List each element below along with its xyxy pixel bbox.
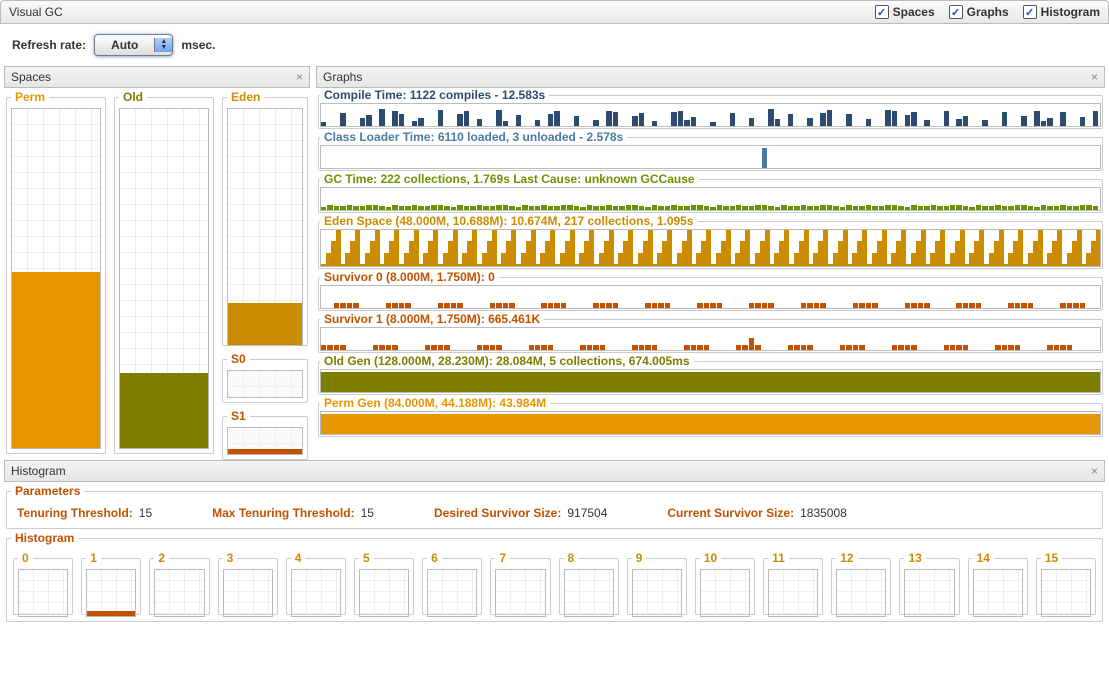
- parameters-fieldset: Parameters Tenuring Threshold:15 Max Ten…: [6, 484, 1103, 529]
- check-icon: ✓: [949, 5, 963, 19]
- current-survivor-size: Current Survivor Size:1835008: [667, 506, 846, 520]
- check-icon: ✓: [1023, 5, 1037, 19]
- app-title: Visual GC: [9, 5, 63, 19]
- desired-survivor-size: Desired Survivor Size:917504: [434, 506, 607, 520]
- hist-bin-13: 13: [897, 549, 961, 617]
- max-tenuring-threshold: Max Tenuring Threshold:15: [212, 506, 374, 520]
- hist-bin-14: 14: [966, 549, 1030, 617]
- refresh-select[interactable]: Auto ▲▼: [94, 34, 173, 56]
- close-icon[interactable]: ×: [1091, 70, 1098, 84]
- title-bar: Visual GC ✓Spaces ✓Graphs ✓Histogram: [0, 0, 1109, 24]
- refresh-unit: msec.: [181, 38, 215, 52]
- toggle-graphs[interactable]: ✓Graphs: [949, 5, 1009, 19]
- perm-graph: Perm Gen (84.000M, 44.188M): 43.984M: [318, 396, 1103, 437]
- histogram-panel: Histogram × Parameters Tenuring Threshol…: [4, 460, 1105, 622]
- s1-space: S1: [222, 409, 308, 460]
- eden-space: Eden: [222, 90, 308, 346]
- old-graph: Old Gen (128.000M, 28.230M): 28.084M, 5 …: [318, 354, 1103, 395]
- hist-bin-3: 3: [216, 549, 280, 617]
- refresh-label: Refresh rate:: [12, 38, 86, 52]
- hist-bin-0: 0: [11, 549, 75, 617]
- hist-bin-15: 15: [1034, 549, 1098, 617]
- hist-bin-2: 2: [147, 549, 211, 617]
- toggle-histogram[interactable]: ✓Histogram: [1023, 5, 1100, 19]
- chevron-updown-icon: ▲▼: [154, 38, 172, 52]
- close-icon[interactable]: ×: [296, 70, 303, 84]
- hist-bin-9: 9: [625, 549, 689, 617]
- classloader-graph: Class Loader Time: 6110 loaded, 3 unload…: [318, 130, 1103, 171]
- graphs-header: Graphs ×: [316, 66, 1105, 88]
- eden-graph: Eden Space (48.000M, 10.688M): 10.674M, …: [318, 214, 1103, 269]
- graphs-panel: Graphs × Compile Time: 1122 compiles - 1…: [316, 66, 1105, 456]
- spaces-panel: Spaces × Perm Old Eden S0: [4, 66, 310, 456]
- toolbar: Refresh rate: Auto ▲▼ msec.: [0, 24, 1109, 66]
- histogram-header: Histogram ×: [4, 460, 1105, 482]
- hist-bin-7: 7: [488, 549, 552, 617]
- hist-bin-5: 5: [352, 549, 416, 617]
- toggle-spaces[interactable]: ✓Spaces: [875, 5, 935, 19]
- s0-graph: Survivor 0 (8.000M, 1.750M): 0: [318, 270, 1103, 311]
- gc-time-graph: GC Time: 222 collections, 1.769s Last Ca…: [318, 172, 1103, 213]
- s0-space: S0: [222, 352, 308, 403]
- hist-bin-6: 6: [420, 549, 484, 617]
- spaces-header: Spaces ×: [4, 66, 310, 88]
- check-icon: ✓: [875, 5, 889, 19]
- close-icon[interactable]: ×: [1091, 464, 1098, 478]
- hist-bin-12: 12: [829, 549, 893, 617]
- compile-time-graph: Compile Time: 1122 compiles - 12.583s: [318, 88, 1103, 129]
- perm-space: Perm: [6, 90, 106, 454]
- hist-bin-11: 11: [761, 549, 825, 617]
- histogram-fieldset: Histogram 0123456789101112131415: [6, 531, 1103, 622]
- view-toggles: ✓Spaces ✓Graphs ✓Histogram: [875, 5, 1100, 19]
- hist-bin-1: 1: [79, 549, 143, 617]
- hist-bin-8: 8: [557, 549, 621, 617]
- s1-graph: Survivor 1 (8.000M, 1.750M): 665.461K: [318, 312, 1103, 353]
- tenuring-threshold: Tenuring Threshold:15: [17, 506, 152, 520]
- hist-bin-10: 10: [693, 549, 757, 617]
- old-space: Old: [114, 90, 214, 454]
- hist-bin-4: 4: [284, 549, 348, 617]
